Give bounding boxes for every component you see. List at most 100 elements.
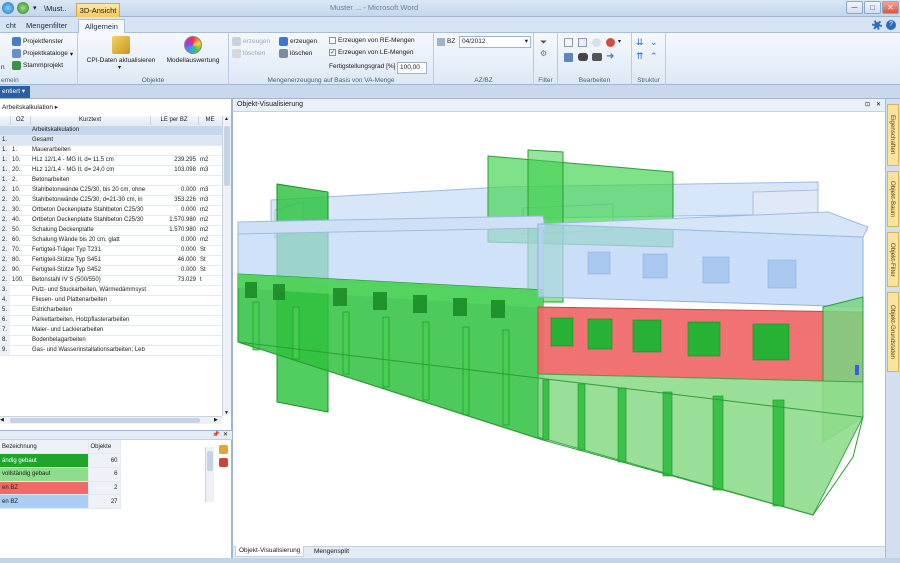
column-header-oz[interactable]: OZ — [10, 116, 31, 126]
re-mengen-checkbox[interactable]: Erzeugen von RE-Mengen — [329, 37, 415, 44]
erzeugen-disabled-button[interactable]: erzeugen — [232, 37, 270, 46]
legend-add-icon[interactable] — [219, 445, 228, 454]
pin-icon[interactable]: ⊡ — [865, 101, 870, 108]
table-row[interactable]: 4. Fliesen- und Plattenarbeiten — [0, 295, 222, 306]
tree-icon[interactable] — [564, 53, 573, 62]
tab-objekt-grundstaten[interactable]: Objekt-Grundstaten — [887, 292, 899, 372]
column-header-me[interactable]: ME — [198, 116, 223, 126]
quick-tab-file[interactable]: \Must.. — [44, 4, 67, 13]
close-icon[interactable]: ✕ — [876, 101, 881, 108]
scroll-left-icon[interactable]: ◀ — [0, 417, 4, 423]
tab-mengenfilter[interactable]: Mengenfilter — [20, 19, 73, 33]
table-row[interactable]: 2. 70. Fertigteil-Träger Typ T231 0.000 St — [0, 245, 222, 256]
tab-objekt-baum[interactable]: Objekt-Baum — [887, 171, 899, 227]
table-row[interactable]: 1. 2. Betonarbeiten — [0, 175, 222, 186]
model-right-ground-floor[interactable] — [537, 373, 864, 516]
tab-ansicht[interactable]: cht — [0, 19, 22, 33]
dropdown-icon[interactable]: ▾ — [618, 38, 621, 45]
legend-row[interactable]: en BZ 27 — [0, 494, 121, 509]
quick-tab-3d-view[interactable]: 3D-Ansicht — [76, 3, 120, 17]
table-row[interactable]: Arbeitskalkulation — [0, 125, 222, 136]
table-row[interactable]: 2. 30. Ortbeton Deckenplatte Stahlbeton C2… — [0, 205, 222, 216]
legend-row[interactable]: vollständig gebaut 6 — [0, 467, 121, 482]
document-tab[interactable]: entiert ▾ — [0, 86, 30, 98]
table-row[interactable]: 2. 90. Fertigteil-Stütze Typ S452 0.000 St — [0, 265, 222, 276]
scrollbar-thumb[interactable] — [207, 451, 213, 471]
ansicht-left-button[interactable]: n — [1, 64, 5, 71]
table-row[interactable]: 8. Bodenbelagarbeiten — [0, 335, 222, 346]
collapse-icon[interactable]: ⇈ — [636, 51, 644, 62]
expand-icon[interactable]: ⇊ — [636, 37, 644, 48]
tab-eigenschaften[interactable]: Eigenschaften — [887, 104, 899, 166]
help-icon[interactable]: ? — [886, 20, 896, 30]
projektfenster-button[interactable]: Projektfenster — [12, 37, 63, 46]
app-logo-icon[interactable] — [2, 2, 14, 14]
table-row[interactable]: 5. Estricharbeiten — [0, 305, 222, 316]
scroll-up-icon[interactable]: ▲ — [224, 116, 229, 122]
chevron-up-icon[interactable]: ⌃ — [650, 51, 658, 62]
car-icon[interactable] — [578, 53, 588, 61]
tab-mengensplit[interactable]: Mengensplit — [311, 547, 352, 557]
table-row[interactable]: 2. 40. Ortbeton Deckenplatte Stahlbeton C2… — [0, 215, 222, 226]
column-header[interactable] — [0, 116, 11, 126]
modellauswertung-button[interactable]: Modellauswertung — [160, 36, 226, 68]
table-row[interactable]: 2. 100. Betonstahl IV S (500/550) 73.029 t — [0, 275, 222, 286]
column-header-kurztext[interactable]: Kurztext — [30, 116, 151, 126]
building-3d-model[interactable] — [233, 112, 886, 546]
tab-allgemein[interactable]: Allgemein — [78, 19, 125, 33]
arrow-right-icon[interactable]: ➜ — [606, 51, 614, 62]
globe-icon[interactable] — [17, 2, 29, 14]
close-button[interactable]: ✕ — [882, 1, 899, 14]
table-row[interactable]: 9. Gas- und Wasserinstallationsarbeiten; … — [0, 345, 222, 356]
table-row[interactable]: 1. 20. HLz 12/1,4 - MG II, d= 24,0 cm 103.0… — [0, 165, 222, 176]
filter-settings-icon[interactable]: ⚙ — [540, 49, 547, 58]
table-row[interactable]: 7. Maler- und Lackierarbeiten — [0, 325, 222, 336]
table-row[interactable]: 2. 10. Stahlbetonwände C25/30, bis 20 cm, … — [0, 185, 222, 196]
legend-scrollbar[interactable] — [205, 447, 214, 502]
lv-horizontal-scrollbar[interactable]: ◀ ▶ — [0, 416, 222, 424]
fertigstellungsgrad-input[interactable]: 100,00 — [397, 62, 427, 74]
legend-remove-icon[interactable] — [219, 458, 228, 467]
column-header-le[interactable]: LE per BZ — [150, 116, 199, 126]
bz-select[interactable]: 04/2012 ▾ — [459, 36, 531, 48]
table-row[interactable]: 2. 80. Fertigteil-Stütze Typ S451 46.000 St — [0, 255, 222, 266]
model-right-top-floor[interactable] — [537, 223, 864, 308]
table-row[interactable]: 3. Putz- und Stuckarbeiten, Wärmedämmsyst — [0, 285, 222, 296]
table-row[interactable]: 1. Gesamt — [0, 135, 222, 146]
table-row[interactable]: 2. 60. Schalung Wände bis 20 cm, glatt 0.00… — [0, 235, 222, 246]
lv-vertical-scrollbar[interactable]: ▲ ▼ — [222, 116, 231, 416]
paste-icon[interactable] — [578, 38, 587, 47]
tab-objekt-visualisierung[interactable]: Objekt-Visualisierung — [235, 546, 305, 557]
insert-icon[interactable] — [592, 38, 601, 47]
cpi-data-button[interactable]: CPI-Daten aktualisieren ▾ — [86, 36, 156, 71]
scroll-right-icon[interactable]: ▶ — [214, 417, 218, 423]
erzeugen-button[interactable]: erzeugen — [279, 37, 317, 46]
table-row[interactable]: 2. 50. Schalung Deckenplatte 1.570.980 m2 — [0, 225, 222, 236]
gear-icon[interactable] — [872, 20, 882, 30]
close-icon[interactable]: ✕ — [223, 431, 228, 438]
tab-objekt-filter[interactable]: Objekt-Filter — [887, 232, 899, 287]
table-row[interactable]: 6. Parkettarbeiten, Holzpflasterarbeiten — [0, 315, 222, 326]
pin-icon[interactable]: 📌 — [212, 431, 219, 438]
le-mengen-checkbox[interactable]: ✓ Erzeugen von LE-Mengen — [329, 49, 414, 56]
maximize-button[interactable]: □ — [864, 1, 881, 14]
filter-icon[interactable]: ⏷ — [540, 37, 547, 48]
stammprojekt-button[interactable]: Stammprojekt — [12, 61, 63, 70]
table-row[interactable]: 2. 20. Stahlbetonwände C25/30, d=21-30 cm,… — [0, 195, 222, 206]
table-row[interactable]: 1. 1. Mauerarbeiten — [0, 145, 222, 156]
legend-column-objekte[interactable]: Objekte — [88, 440, 121, 455]
table-row[interactable]: 1. 10. HLz 12/1,4 - MG II, d= 11,5 cm 239.2… — [0, 155, 222, 166]
minimize-button[interactable]: ─ — [846, 1, 863, 14]
loeschen-button[interactable]: löschen — [279, 49, 312, 58]
copy-icon[interactable] — [564, 38, 573, 47]
loeschen-disabled-button[interactable]: löschen — [232, 49, 265, 58]
scroll-down-icon[interactable]: ▼ — [224, 410, 229, 416]
breadcrumb[interactable]: Arbeitskalkulation ▸ — [0, 103, 58, 113]
hscroll-thumb[interactable] — [10, 418, 200, 423]
model-marker[interactable] — [855, 365, 859, 375]
stop-icon[interactable] — [606, 38, 615, 47]
legend-row[interactable]: ändig gebaut 60 — [0, 453, 121, 468]
legend-row[interactable]: en BZ 2 — [0, 481, 121, 496]
legend-column-bezeichnung[interactable]: Bezeichnung — [0, 440, 89, 455]
truck-icon[interactable] — [592, 53, 602, 61]
